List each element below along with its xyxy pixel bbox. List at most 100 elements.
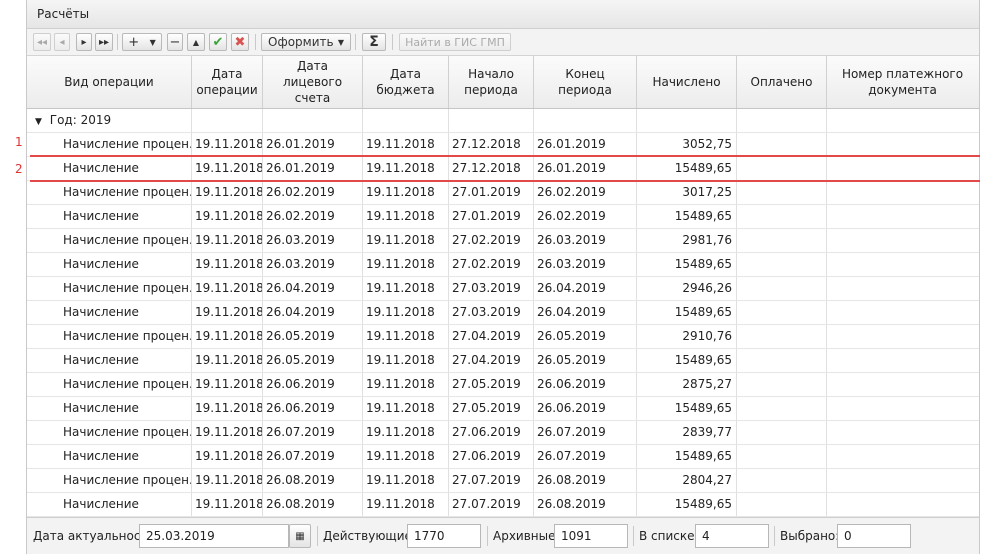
period-start-cell: 27.03.2019 [449, 277, 534, 300]
status-bar: Дата актуальности 25.03.2019 ▦ Действующ… [27, 517, 979, 554]
period-start-cell: 27.07.2019 [449, 469, 534, 492]
chevron-down-icon: ▼ [337, 37, 344, 47]
account-date-cell: 26.01.2019 [263, 157, 363, 180]
table-row[interactable]: Начисление процен... 19.11.2018 26.08.2019… [27, 469, 979, 493]
group-row[interactable]: ▼ Год: 2019 [27, 109, 979, 133]
plus-icon: + [128, 34, 140, 50]
toolbar: ◂◂ ◂ ▸ ▸▸ + ▼ − ▲ ✔ ✖ Оформить ▼ Σ Найти … [27, 29, 979, 56]
operation-date-cell: 19.11.2018 [192, 445, 263, 468]
table-row[interactable]: Начисление 19.11.2018 26.04.2019 19.11.2018… [27, 301, 979, 325]
empty-cell [737, 325, 827, 348]
accrued-cell: 2839,77 [637, 421, 737, 444]
delete-button[interactable]: ✖ [231, 33, 249, 51]
table-row[interactable]: Начисление 19.11.2018 26.05.2019 19.11.2018… [27, 349, 979, 373]
col-payment-doc[interactable]: Номер платежного документа [827, 56, 978, 108]
period-start-cell: 27.12.2018 [449, 157, 534, 180]
empty-cell [737, 253, 827, 276]
period-start-cell: 27.05.2019 [449, 373, 534, 396]
add-button[interactable]: + ▼ [122, 33, 162, 51]
table-row[interactable]: Начисление 19.11.2018 26.07.2019 19.11.2018… [27, 445, 979, 469]
archive-count: 1091 [554, 524, 628, 548]
period-end-cell: 26.03.2019 [534, 253, 637, 276]
col-operation-type[interactable]: Вид операции [27, 56, 192, 108]
budget-date-cell: 19.11.2018 [363, 205, 449, 228]
period-end-cell: 26.05.2019 [534, 349, 637, 372]
table-row[interactable]: Начисление процен... 19.11.2018 26.01.2019… [27, 133, 979, 157]
sum-button[interactable]: Σ [362, 33, 386, 51]
accrued-cell: 2804,27 [637, 469, 737, 492]
calculations-panel: Расчёты ◂◂ ◂ ▸ ▸▸ + ▼ − ▲ ✔ ✖ Оформить ▼ … [26, 0, 980, 554]
operation-type-cell: Начисление [27, 157, 192, 180]
confirm-button[interactable]: ✔ [209, 33, 227, 51]
operation-date-cell: 19.11.2018 [192, 181, 263, 204]
operation-date-cell: 19.11.2018 [192, 493, 263, 516]
budget-date-cell: 19.11.2018 [363, 469, 449, 492]
period-end-cell: 26.04.2019 [534, 301, 637, 324]
table-row[interactable]: Начисление 19.11.2018 26.03.2019 19.11.2018… [27, 253, 979, 277]
col-paid[interactable]: Оплачено [737, 56, 827, 108]
col-period-start[interactable]: Начало периода [449, 56, 534, 108]
period-start-cell: 27.06.2019 [449, 445, 534, 468]
table-row[interactable]: Начисление 19.11.2018 26.06.2019 19.11.2018… [27, 397, 979, 421]
period-start-cell: 27.01.2019 [449, 181, 534, 204]
col-accrued[interactable]: Начислено [637, 56, 737, 108]
table-row[interactable]: Начисление процен... 19.11.2018 26.04.2019… [27, 277, 979, 301]
first-page-icon[interactable]: ◂◂ [33, 33, 51, 51]
empty-cell [737, 133, 827, 156]
calendar-icon[interactable]: ▦ [289, 524, 311, 548]
col-operation-date[interactable]: Дата операции [192, 56, 263, 108]
col-budget-date[interactable]: Дата бюджета [363, 56, 449, 108]
last-page-icon[interactable]: ▸▸ [95, 33, 113, 51]
period-end-cell: 26.06.2019 [534, 373, 637, 396]
account-date-cell: 26.07.2019 [263, 445, 363, 468]
table-row[interactable]: Начисление процен... 19.11.2018 26.02.2019… [27, 181, 979, 205]
empty-cell [827, 421, 978, 444]
empty-cell [737, 277, 827, 300]
period-start-cell: 27.04.2019 [449, 325, 534, 348]
operation-date-cell: 19.11.2018 [192, 325, 263, 348]
operation-date-cell: 19.11.2018 [192, 469, 263, 492]
table-row[interactable]: Начисление процен... 19.11.2018 26.03.2019… [27, 229, 979, 253]
operation-date-cell: 19.11.2018 [192, 421, 263, 444]
budget-date-cell: 19.11.2018 [363, 349, 449, 372]
budget-date-cell: 19.11.2018 [363, 253, 449, 276]
period-start-cell: 27.03.2019 [449, 301, 534, 324]
operation-type-cell: Начисление процен... [27, 181, 192, 204]
actuality-date-field[interactable]: 25.03.2019 [139, 524, 289, 548]
remove-button[interactable]: − [167, 33, 183, 51]
oformit-dropdown[interactable]: Оформить ▼ [261, 33, 351, 51]
operation-type-cell: Начисление процен... [27, 469, 192, 492]
selected-label: Выбрано: [780, 529, 840, 543]
table-row[interactable]: Начисление процен... 19.11.2018 26.05.2019… [27, 325, 979, 349]
empty-cell [827, 157, 978, 180]
active-count: 1770 [407, 524, 481, 548]
operation-date-cell: 19.11.2018 [192, 349, 263, 372]
table-row[interactable]: Начисление 19.11.2018 26.08.2019 19.11.2018… [27, 493, 979, 517]
account-date-cell: 26.03.2019 [263, 229, 363, 252]
col-period-end[interactable]: Конец периода [534, 56, 637, 108]
operation-type-cell: Начисление [27, 493, 192, 516]
find-gis-gmp-button[interactable]: Найти в ГИС ГМП [399, 33, 511, 51]
actuality-date-label: Дата актуальности [33, 529, 156, 543]
accrued-cell: 15489,65 [637, 445, 737, 468]
accrued-cell: 15489,65 [637, 157, 737, 180]
triangle-down-icon: ▼ [35, 117, 42, 127]
empty-cell [737, 301, 827, 324]
table-row[interactable]: Начисление 19.11.2018 26.01.2019 19.11.2018… [27, 157, 979, 181]
account-date-cell: 26.02.2019 [263, 205, 363, 228]
move-up-button[interactable]: ▲ [187, 33, 205, 51]
period-start-cell: 27.05.2019 [449, 397, 534, 420]
next-page-icon[interactable]: ▸ [76, 33, 92, 51]
operation-date-cell: 19.11.2018 [192, 277, 263, 300]
accrued-cell: 2910,76 [637, 325, 737, 348]
empty-cell [827, 277, 978, 300]
prev-page-icon[interactable]: ◂ [54, 33, 70, 51]
annotation-marker-1: 1 [15, 135, 23, 149]
account-date-cell: 26.05.2019 [263, 325, 363, 348]
col-account-date[interactable]: Дата лицевого счета [263, 56, 363, 108]
table-row[interactable]: Начисление 19.11.2018 26.02.2019 19.11.2018… [27, 205, 979, 229]
empty-cell [827, 397, 978, 420]
table-row[interactable]: Начисление процен... 19.11.2018 26.07.2019… [27, 421, 979, 445]
table-row[interactable]: Начисление процен... 19.11.2018 26.06.2019… [27, 373, 979, 397]
operation-date-cell: 19.11.2018 [192, 373, 263, 396]
